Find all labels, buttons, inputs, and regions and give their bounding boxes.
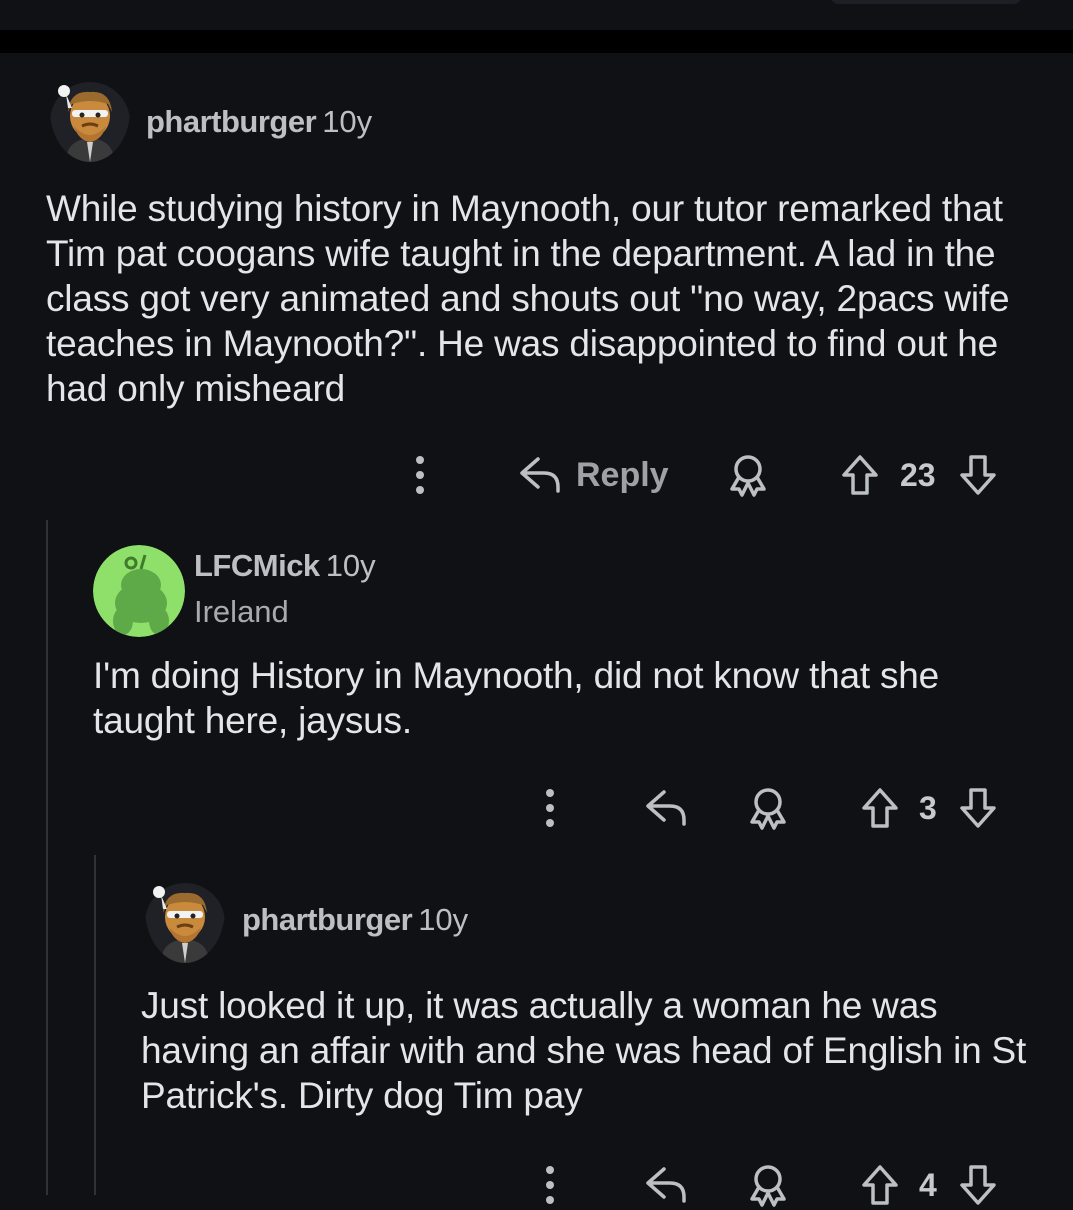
downvote-icon [958,786,998,830]
comment-actions: 3 [0,783,1073,833]
downvote-button[interactable] [958,783,998,833]
comment-body: Just looked it up, it was actually a wom… [141,985,1027,1116]
reply-icon [644,1165,688,1205]
avatar[interactable] [93,545,185,637]
upvote-button[interactable] [860,783,900,833]
reply-button[interactable] [644,1160,688,1210]
reply-icon [644,788,688,828]
score-wrap: 23 [900,450,936,500]
comment-meta: LFCMick 10y [194,548,376,584]
downvote-icon [958,1163,998,1207]
upvote-button[interactable] [860,1160,900,1210]
downvote-icon [958,453,998,497]
username[interactable]: LFCMick [194,548,320,583]
vote-score: 3 [919,789,937,826]
comment-age: 10y [325,548,376,583]
upvote-icon [840,453,880,497]
comment-meta: phartburger 10y [146,104,372,140]
section-divider [0,30,1073,53]
reply-button[interactable]: Reply [518,450,669,500]
more-options-button[interactable] [414,450,426,500]
award-button[interactable] [746,783,790,833]
upvote-icon [860,786,900,830]
comment-actions: 4 [0,1160,1073,1210]
downvote-button[interactable] [958,450,998,500]
reply-label: Reply [576,455,669,494]
more-options-button[interactable] [544,783,556,833]
upvote-icon [860,1163,900,1207]
award-button[interactable] [726,450,770,500]
thread-line-level-2[interactable] [94,855,96,1195]
reply-button[interactable] [644,783,688,833]
more-vertical-icon [544,788,556,828]
username[interactable]: phartburger [146,104,317,139]
more-options-button[interactable] [544,1160,556,1210]
top-pill-button[interactable] [830,0,1022,4]
award-icon [746,1163,790,1207]
reply-icon [518,455,562,495]
score-wrap: 3 [919,783,937,833]
avatar[interactable] [50,58,130,162]
comment-body: I'm doing History in Maynooth, did not k… [93,655,940,741]
award-button[interactable] [746,1160,790,1210]
comment-actions: Reply 23 [0,450,1073,500]
username[interactable]: phartburger [242,902,413,937]
award-icon [746,786,790,830]
avatar[interactable] [145,855,225,963]
vote-score: 4 [919,1166,937,1203]
comment-age: 10y [418,902,469,937]
award-icon [726,453,770,497]
more-vertical-icon [414,455,426,495]
comment-age: 10y [322,104,373,139]
top-bar [0,0,1073,30]
upvote-button[interactable] [840,450,880,500]
more-vertical-icon [544,1165,556,1205]
user-flair: Ireland [194,594,289,629]
comment-meta: phartburger 10y [242,902,468,938]
comment-body: While studying history in Maynooth, our … [46,188,1010,409]
vote-score: 23 [900,456,936,493]
score-wrap: 4 [919,1160,937,1210]
thread-line-level-1[interactable] [46,520,48,1195]
downvote-button[interactable] [958,1160,998,1210]
